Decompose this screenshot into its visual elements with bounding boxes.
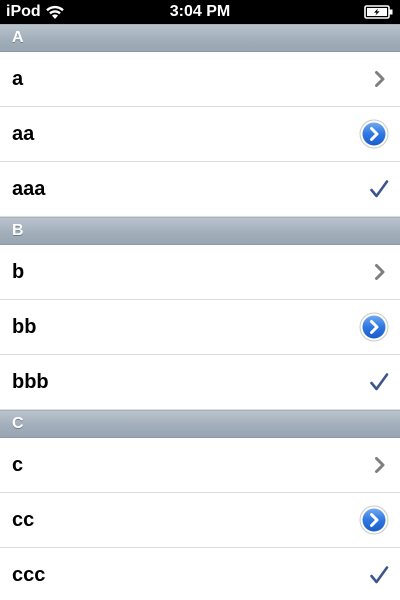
table-row[interactable]: ccc — [0, 548, 400, 600]
row-label: aa — [12, 123, 35, 145]
section-header: C — [0, 410, 400, 438]
row-label: aaa — [12, 178, 46, 200]
table-row[interactable]: cc — [0, 493, 400, 548]
checkmark-icon — [368, 564, 390, 586]
table-row[interactable]: aa — [0, 107, 400, 162]
row-label: cc — [12, 509, 35, 531]
table-row[interactable]: bb — [0, 300, 400, 355]
row-label: a — [12, 68, 24, 90]
table-row[interactable]: b — [0, 245, 400, 300]
clock-time: 3:04 PM — [169, 3, 231, 20]
table-view[interactable]: Aa aa aaa Bb bb bbb Cc cc ccc — [0, 24, 400, 600]
table-row[interactable]: bbb — [0, 355, 400, 410]
row-label: bbb — [12, 371, 49, 393]
ios-screen: iPod 3:04 PM Aa aa aaa Bb bb bbb Cc cc ccc — [0, 0, 400, 600]
section-header: A — [0, 24, 400, 52]
chevron-right-icon — [370, 69, 390, 89]
table-row[interactable]: a — [0, 52, 400, 107]
table-row[interactable]: c — [0, 438, 400, 493]
checkmark-icon — [368, 178, 390, 200]
detail-disclosure-button[interactable] — [359, 119, 389, 149]
checkmark-icon — [368, 371, 390, 393]
row-label: b — [12, 261, 25, 283]
row-label: ccc — [12, 564, 46, 586]
detail-disclosure-button[interactable] — [359, 312, 389, 342]
chevron-right-icon — [370, 262, 390, 282]
row-label: bb — [12, 316, 37, 338]
detail-disclosure-button[interactable] — [359, 505, 389, 535]
status-bar: iPod 3:04 PM — [0, 0, 400, 24]
section-header: B — [0, 217, 400, 245]
chevron-right-icon — [370, 455, 390, 475]
battery-charging-icon — [364, 5, 394, 19]
row-label: c — [12, 454, 24, 476]
table-row[interactable]: aaa — [0, 162, 400, 217]
